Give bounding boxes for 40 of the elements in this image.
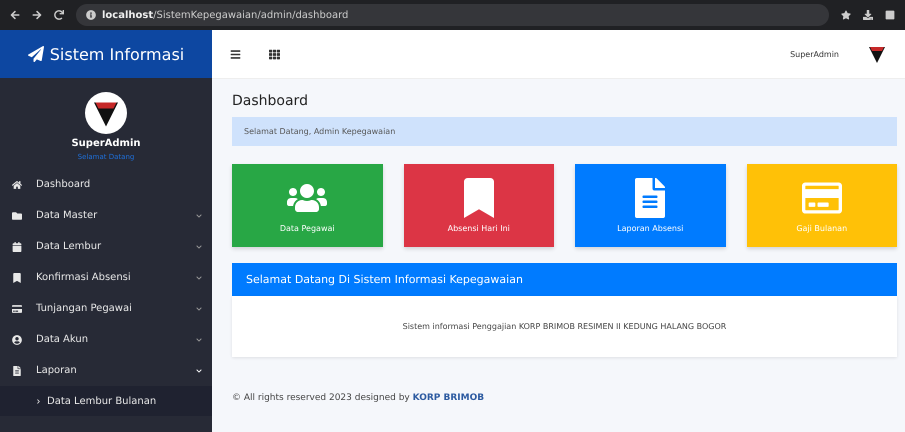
paper-plane-icon xyxy=(28,46,44,62)
sidebar-item[interactable]: Tunjangan Pegawai xyxy=(0,293,212,324)
download-icon[interactable] xyxy=(863,10,873,20)
address-bar[interactable]: localhost/SistemKepegawaian/admin/dashboard xyxy=(76,4,829,26)
panel-body: Sistem informasi Penggajian KORP BRIMOB RESIMEN II KEDUNG HALANG BOGOR xyxy=(232,296,897,357)
forward-icon[interactable] xyxy=(32,10,42,20)
page-title: Dashboard xyxy=(232,93,309,109)
file-icon xyxy=(12,366,22,376)
dashboard-card[interactable]: Laporan Absensi xyxy=(575,164,726,247)
brand-title: Sistem Informasi xyxy=(50,44,184,64)
sidebar-item[interactable]: Data Akun xyxy=(0,324,212,355)
info-icon xyxy=(86,10,96,20)
user-name: SuperAdmin xyxy=(71,138,141,149)
reload-icon[interactable] xyxy=(54,10,64,20)
bookmark-icon xyxy=(12,272,22,282)
sidebar-item[interactable]: Dashboard xyxy=(0,169,212,200)
calendar-icon xyxy=(12,242,22,252)
menu-icon[interactable] xyxy=(230,48,241,60)
card-icon xyxy=(12,304,22,314)
welcome-alert: Selamat Datang, Admin Kepegawaian xyxy=(232,117,897,146)
submenu-item[interactable]: Data Lembur Bulanan xyxy=(0,386,212,416)
folder-icon xyxy=(12,210,22,220)
back-icon[interactable] xyxy=(10,10,20,20)
panel-heading: Selamat Datang Di Sistem Informasi Kepegawaian xyxy=(232,263,897,296)
url-text: localhost/SistemKepegawaian/admin/dashboard xyxy=(102,10,348,20)
star-icon[interactable] xyxy=(841,10,851,20)
sidebar-item[interactable]: Data Master xyxy=(0,200,212,231)
sidebar-item[interactable]: Laporan xyxy=(0,355,212,386)
home-icon xyxy=(12,180,22,190)
sidebar-item[interactable]: Konfirmasi Absensi xyxy=(0,262,212,293)
footer-text: © All rights reserved 2023 designed by KORP BRIMOB xyxy=(232,393,486,403)
square-icon[interactable] xyxy=(885,10,895,20)
sidebar-item[interactable]: Data Lembur xyxy=(0,231,212,262)
grid-icon[interactable] xyxy=(269,48,280,60)
user-icon xyxy=(12,334,22,344)
dashboard-card[interactable]: Absensi Hari Ini xyxy=(404,164,554,247)
shield-logo-icon xyxy=(867,44,887,64)
topbar-user: SuperAdmin xyxy=(790,50,839,58)
footer-link[interactable]: KORP BRIMOB xyxy=(412,393,484,403)
chevron-right-icon xyxy=(36,398,41,404)
